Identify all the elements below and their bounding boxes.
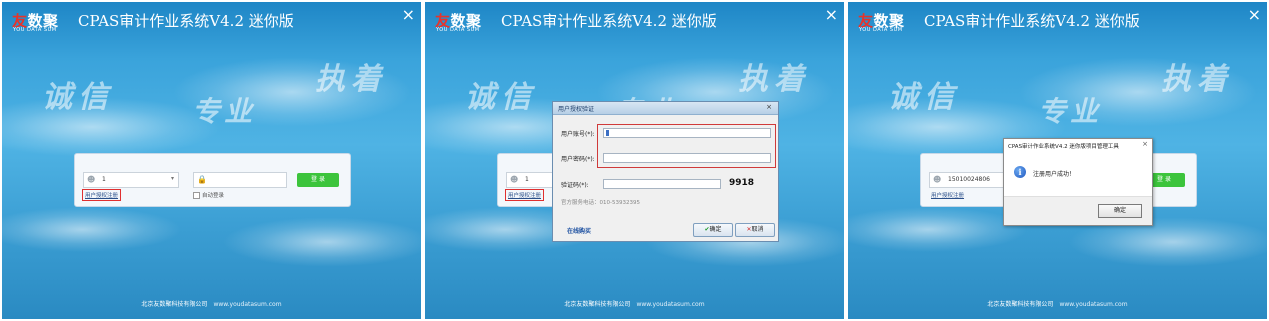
brand-logo: 友数聚 YOU DATA SUM — [12, 12, 59, 33]
username-value: 1 — [525, 176, 529, 183]
buy-online-link[interactable]: 在线购买 — [567, 226, 591, 235]
slogan-persistence: 执着 — [315, 62, 387, 97]
register-link[interactable]: 用户授权注册 — [504, 189, 545, 201]
footer-company: 北京友数聚科技有限公司 — [564, 301, 631, 308]
brand-logo: 友数聚 YOU DATA SUM — [858, 12, 905, 33]
brand-logo: 友数聚 YOU DATA SUM — [435, 12, 482, 33]
app-title: CPAS审计作业系统V4.2 迷你版 — [78, 12, 294, 30]
message-box-close-button[interactable]: × — [1142, 140, 1148, 148]
auth-dialog: 用户授权验证 × 用户账号(*): 用户密码(*): 验证码(*): 9918 … — [552, 101, 779, 242]
footer: 北京友数聚科技有限公司 www.youdatasum.com — [425, 299, 844, 308]
register-link[interactable]: 用户授权注册 — [81, 189, 122, 201]
close-button[interactable]: × — [402, 5, 415, 24]
slogan-integrity: 诚信 — [888, 80, 960, 115]
account-input[interactable] — [603, 128, 771, 138]
lock-icon: 🔒 — [197, 175, 207, 184]
password-input[interactable] — [603, 153, 771, 163]
footer-company: 北京友数聚科技有限公司 — [141, 301, 208, 308]
login-box: ☻ 1 ▾ 🔒 登 录 用户授权注册 自动登录 — [74, 153, 351, 207]
captcha-label: 验证码(*): — [561, 182, 589, 189]
captcha-code[interactable]: 9918 — [729, 178, 754, 188]
slogan-persistence: 执着 — [738, 62, 810, 97]
dialog-title: 用户授权验证 — [558, 106, 595, 113]
app-title: CPAS审计作业系统V4.2 迷你版 — [924, 12, 1140, 30]
user-icon: ☻ — [933, 175, 942, 184]
username-value: 1 — [102, 176, 106, 183]
login-window-1: 友数聚 YOU DATA SUM CPAS审计作业系统V4.2 迷你版 × 诚信… — [2, 2, 421, 319]
username-field[interactable]: ☻ 1 ▾ — [83, 172, 179, 188]
login-window-2: 友数聚 YOU DATA SUM CPAS审计作业系统V4.2 迷你版 × 诚信… — [425, 2, 844, 319]
cloud-decoration — [848, 207, 1028, 252]
info-icon: i — [1014, 166, 1026, 178]
message-box-title: CPAS审计作业系统V4.2 迷你版项目管理工具 — [1008, 144, 1119, 150]
footer-company: 北京友数聚科技有限公司 — [987, 301, 1054, 308]
footer-url[interactable]: www.youdatasum.com — [213, 301, 281, 308]
app-title: CPAS审计作业系统V4.2 迷你版 — [501, 12, 717, 30]
user-icon: ☻ — [87, 175, 96, 184]
register-link[interactable]: 用户授权注册 — [929, 190, 966, 200]
close-button[interactable]: × — [825, 5, 838, 24]
message-box-footer: 确定 — [1004, 196, 1152, 225]
account-label: 用户账号(*): — [561, 131, 595, 138]
success-message-box: CPAS审计作业系统V4.2 迷你版项目管理工具 × i 注册用户成功！ 确定 — [1003, 138, 1153, 226]
text-cursor — [606, 130, 609, 136]
cloud-decoration — [222, 217, 421, 267]
checkbox-icon — [193, 192, 200, 199]
ok-button[interactable]: ✔确定 — [693, 223, 733, 237]
message-ok-button[interactable]: 确定 — [1098, 204, 1142, 218]
dialog-titlebar: 用户授权验证 × — [553, 102, 778, 115]
slogan-professional: 专业 — [192, 95, 257, 128]
footer-url[interactable]: www.youdatasum.com — [1059, 301, 1127, 308]
auto-login-checkbox[interactable]: 自动登录 — [193, 191, 224, 199]
cancel-button[interactable]: ✕取消 — [735, 223, 775, 237]
password-label: 用户密码(*): — [561, 156, 595, 163]
password-field[interactable]: 🔒 — [193, 172, 287, 188]
slogan-integrity: 诚信 — [465, 80, 537, 115]
slogan-persistence: 执着 — [1161, 62, 1233, 97]
login-window-3: 友数聚 YOU DATA SUM CPAS审计作业系统V4.2 迷你版 × 诚信… — [848, 2, 1267, 319]
captcha-input[interactable] — [603, 179, 721, 189]
slogan-professional: 专业 — [1038, 95, 1103, 128]
service-phone: 官方服务电话：010-53932395 — [561, 200, 640, 206]
login-button[interactable]: 登 录 — [297, 173, 339, 187]
footer-url[interactable]: www.youdatasum.com — [636, 301, 704, 308]
message-text: 注册用户成功！ — [1033, 171, 1076, 178]
chevron-down-icon[interactable]: ▾ — [171, 175, 174, 182]
footer: 北京友数聚科技有限公司 www.youdatasum.com — [2, 299, 421, 308]
user-icon: ☻ — [510, 175, 519, 184]
footer: 北京友数聚科技有限公司 www.youdatasum.com — [848, 299, 1267, 308]
close-button[interactable]: × — [1248, 5, 1261, 24]
username-value: 15010024806 — [948, 176, 990, 183]
slogan-integrity: 诚信 — [42, 80, 114, 115]
dialog-close-button[interactable]: × — [766, 103, 772, 111]
cloud-decoration — [2, 207, 182, 252]
